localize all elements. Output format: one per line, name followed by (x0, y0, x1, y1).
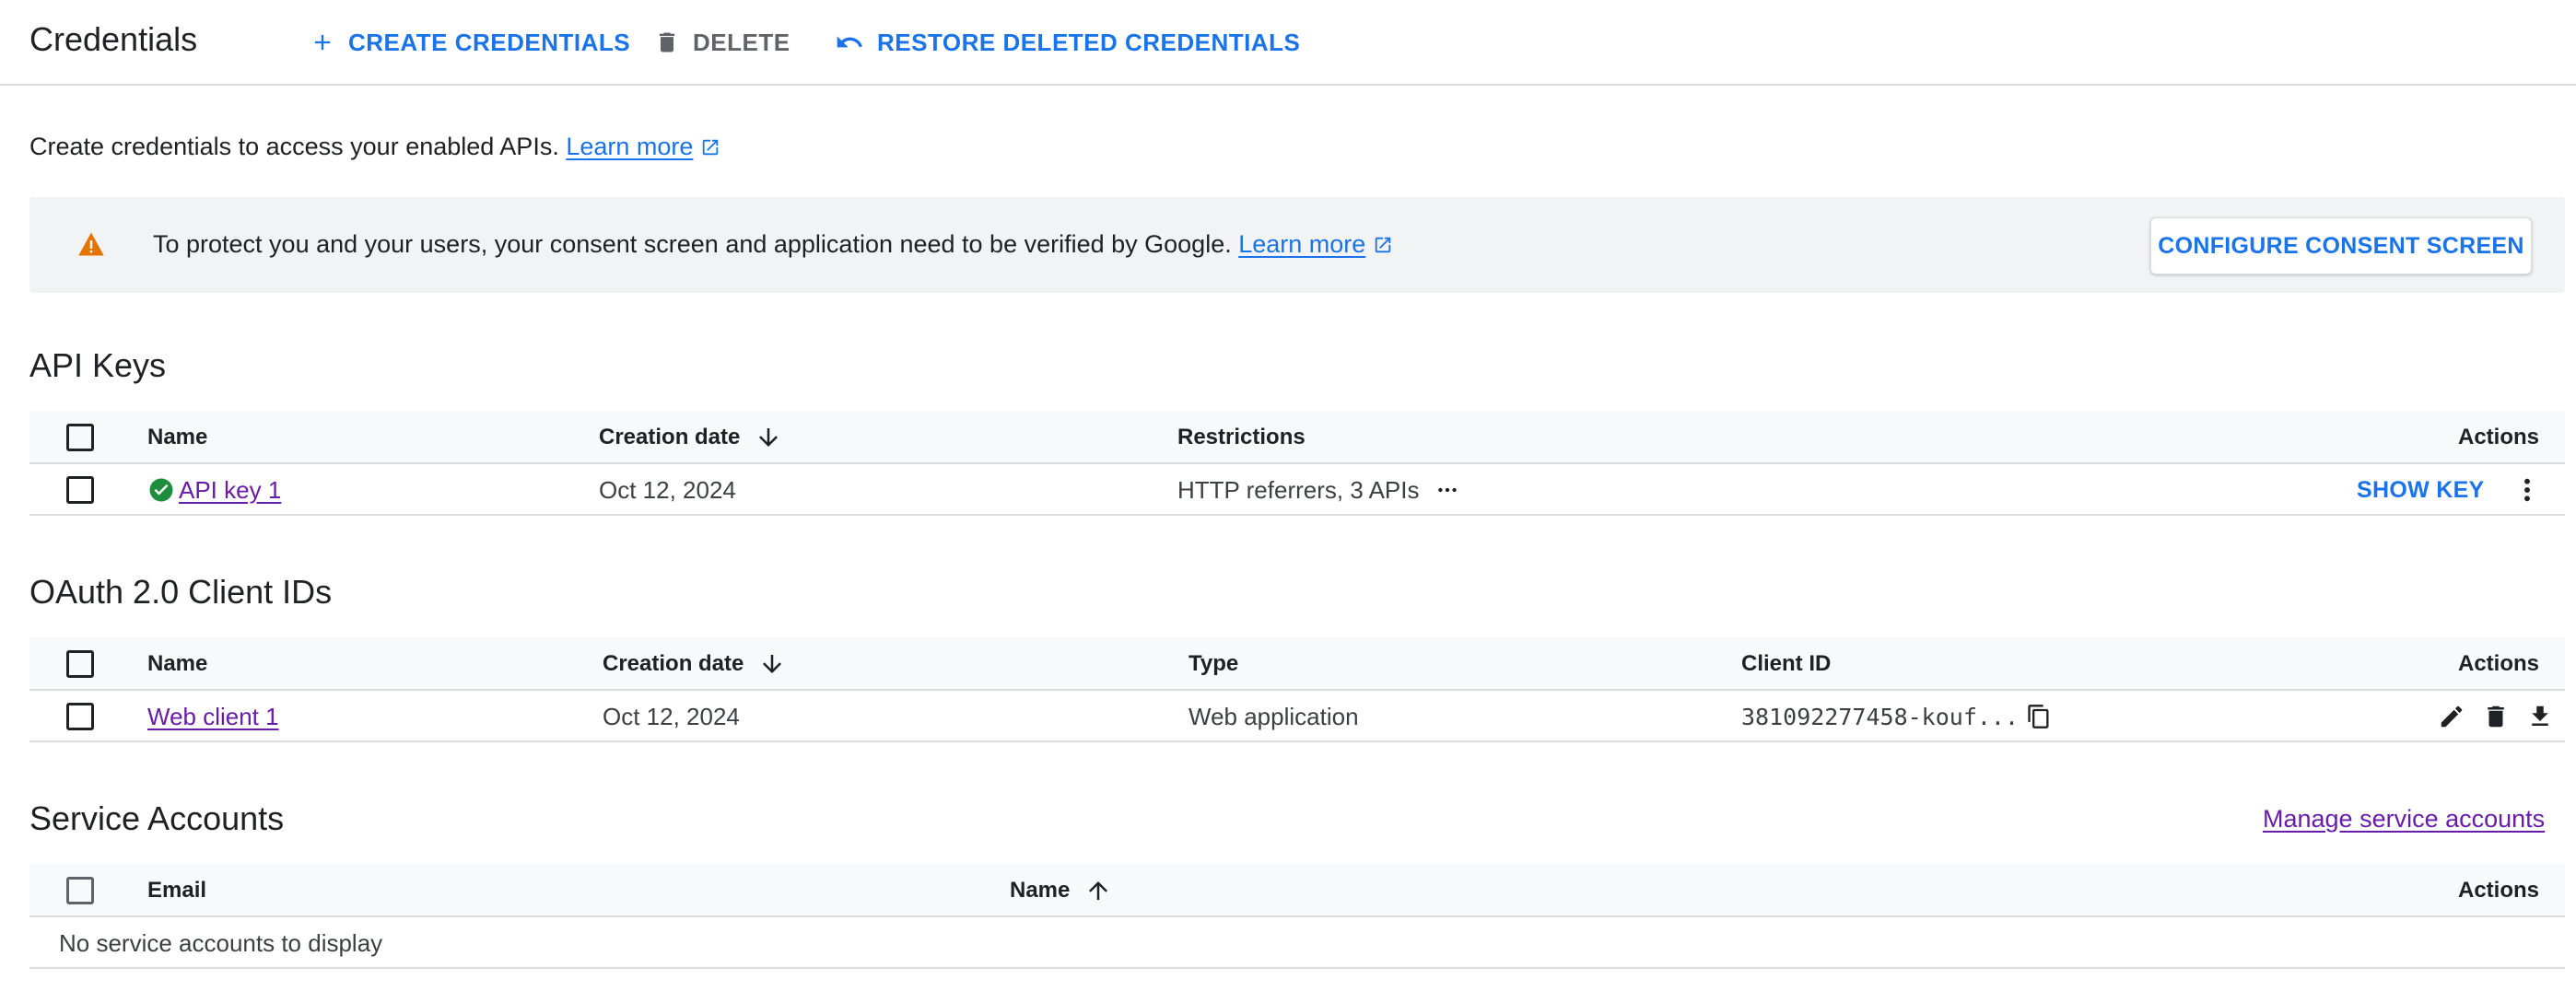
arrow-down-icon (758, 650, 786, 678)
warning-icon (77, 231, 105, 262)
column-header-type: Type (1188, 651, 1239, 676)
column-header-name: Name (147, 425, 208, 449)
intro-text: Create credentials to access your enable… (29, 133, 720, 161)
client-id-cell: 381092277458-kouf... (1741, 691, 2052, 742)
manage-service-accounts-link[interactable]: Manage service accounts (2263, 805, 2545, 834)
column-header-name: Name (147, 651, 208, 676)
trash-icon[interactable] (2482, 703, 2510, 730)
intro-message: Create credentials to access your enable… (29, 133, 559, 160)
column-header-creation-date-label: Creation date (603, 651, 744, 676)
column-header-actions: Actions (2458, 651, 2540, 676)
show-key-button[interactable]: SHOW KEY (2357, 477, 2485, 504)
empty-state-row: No service accounts to display (29, 917, 2565, 969)
type-cell: Web application (1188, 702, 1359, 730)
toolbar: Credentials CREATE CREDENTIALS DELETE RE… (0, 0, 2576, 86)
oauth-table-header: Name Creation date Type Client ID Action… (29, 637, 2565, 691)
column-header-actions: Actions (2458, 425, 2540, 449)
table-row: API key 1 Oct 12, 2024 HTTP referrers, 3… (29, 464, 2565, 516)
api-key-name-cell: API key 1 (147, 464, 281, 516)
api-keys-title: API Keys (29, 346, 167, 384)
external-link-icon (1373, 235, 1393, 255)
more-vert-icon[interactable] (2512, 475, 2542, 505)
column-header-email: Email (147, 878, 207, 903)
intro-learn-more-link[interactable]: Learn more (566, 133, 693, 161)
table-row: Web client 1 Oct 12, 2024 Web applicatio… (29, 691, 2565, 742)
check-circle-icon (147, 476, 175, 504)
banner-learn-more-link[interactable]: Learn more (1238, 230, 1365, 259)
delete-label: DELETE (693, 28, 790, 56)
select-all-checkbox[interactable] (66, 424, 94, 451)
plus-icon (310, 29, 335, 55)
oauth-name-cell: Web client 1 (147, 691, 279, 742)
banner-text: To protect you and your users, your cons… (153, 230, 1232, 258)
select-all-checkbox[interactable] (66, 650, 94, 678)
column-header-restrictions: Restrictions (1177, 425, 1306, 449)
restrictions-text: HTTP referrers, 3 APIs (1177, 475, 1420, 504)
arrow-up-icon (1084, 877, 1112, 904)
column-header-client-id: Client ID (1741, 651, 1832, 676)
oauth-client-name-link[interactable]: Web client 1 (147, 703, 279, 731)
create-credentials-button[interactable]: CREATE CREDENTIALS (310, 24, 630, 61)
arrow-down-icon (755, 424, 782, 451)
delete-button[interactable]: DELETE (654, 24, 790, 61)
row-checkbox[interactable] (66, 476, 94, 504)
service-accounts-title: Service Accounts (29, 799, 285, 837)
download-icon[interactable] (2526, 703, 2554, 730)
more-horiz-icon[interactable] (1435, 478, 1459, 502)
restore-deleted-credentials-button[interactable]: RESTORE DELETED CREDENTIALS (835, 24, 1300, 61)
column-header-name[interactable]: Name (1010, 864, 1112, 917)
page-title: Credentials (29, 20, 198, 58)
configure-consent-screen-button[interactable]: CONFIGURE CONSENT SCREEN (2150, 217, 2532, 274)
creation-date-cell: Oct 12, 2024 (603, 702, 740, 730)
restore-deleted-credentials-label: RESTORE DELETED CREDENTIALS (877, 28, 1301, 56)
trash-icon (654, 29, 680, 55)
select-all-checkbox[interactable] (66, 877, 94, 904)
edit-icon[interactable] (2438, 703, 2465, 730)
empty-state-text: No service accounts to display (59, 928, 383, 957)
oauth-actions-cell (2438, 691, 2554, 742)
column-header-name-label: Name (1010, 878, 1071, 903)
api-keys-table-header: Name Creation date Restrictions Actions (29, 411, 2565, 464)
service-accounts-table-header: Email Name Actions (29, 864, 2565, 917)
column-header-creation-date-label: Creation date (599, 425, 741, 449)
column-header-actions: Actions (2458, 878, 2540, 903)
banner-message: To protect you and your users, your cons… (153, 230, 1393, 259)
restrictions-cell: HTTP referrers, 3 APIs (1177, 464, 1459, 516)
verification-banner: To protect you and your users, your cons… (29, 197, 2565, 293)
undo-icon (835, 28, 864, 57)
copy-icon[interactable] (2026, 704, 2052, 729)
row-checkbox[interactable] (66, 703, 94, 730)
external-link-icon (700, 137, 720, 157)
api-key-actions-cell: SHOW KEY (2357, 464, 2542, 516)
client-id-text: 381092277458-kouf... (1741, 703, 2020, 730)
column-header-creation-date[interactable]: Creation date (599, 411, 782, 464)
column-header-creation-date[interactable]: Creation date (603, 637, 786, 691)
creation-date-cell: Oct 12, 2024 (599, 475, 736, 504)
oauth-client-ids-title: OAuth 2.0 Client IDs (29, 573, 333, 611)
api-key-name-link[interactable]: API key 1 (179, 476, 281, 505)
create-credentials-label: CREATE CREDENTIALS (348, 28, 631, 56)
